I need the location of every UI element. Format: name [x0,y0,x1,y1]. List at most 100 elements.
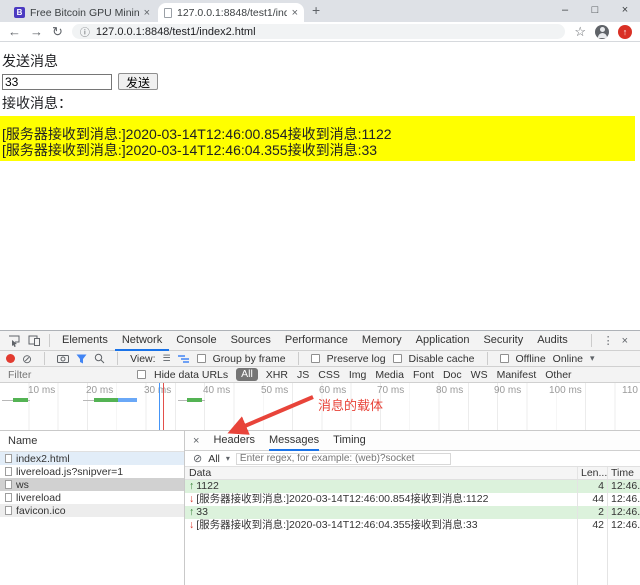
bookmark-star-icon[interactable]: ☆ [574,25,586,38]
divider [49,334,50,347]
profile-avatar[interactable] [595,25,609,39]
tab-memory[interactable]: Memory [355,331,409,350]
chrome-update-icon[interactable]: ↑ [618,25,632,39]
filter-type-all[interactable]: All [236,368,258,381]
filter-type-media[interactable]: Media [375,369,404,381]
frame-length: 44 [577,493,607,506]
chevron-down-icon[interactable]: ▾ [226,454,230,463]
request-row-ws[interactable]: ws [0,478,184,491]
request-row-livereload-js[interactable]: livereload.js?snipver=1 [0,465,184,478]
search-icon[interactable] [94,353,105,364]
site-info-icon[interactable]: ⓘ [80,24,90,39]
new-tab-button[interactable]: + [312,2,320,18]
waterfall-bar [187,398,202,402]
tab-console[interactable]: Console [169,331,223,350]
tab-timing[interactable]: Timing [333,431,366,450]
list-view-icon[interactable]: ☰ [163,353,171,364]
filter-type-xhr[interactable]: XHR [266,369,288,381]
filter-type-doc[interactable]: Doc [443,369,462,381]
clear-icon[interactable]: ⊘ [22,352,32,366]
received-arrow-icon: ↓ [189,519,194,531]
filter-funnel-icon[interactable] [76,354,87,364]
back-icon[interactable]: ← [8,25,21,38]
load-event-marker [163,383,164,430]
divider [117,352,118,365]
chevron-down-icon[interactable]: ▾ [590,353,595,364]
len-column-header[interactable]: Len... [577,467,607,479]
close-detail-icon[interactable]: × [193,435,199,447]
frames-regex-input[interactable] [236,453,451,465]
frame-time: 12:46... [607,506,640,519]
disable-cache-checkbox[interactable] [393,354,402,363]
frames-table-empty-area [185,532,640,585]
more-options-icon[interactable]: ⋮ [597,334,620,347]
tab-close-icon[interactable]: × [144,7,150,19]
view-label: View: [130,353,156,365]
sent-arrow-icon: ↑ [189,480,194,492]
name-column-header[interactable]: Name [0,431,184,452]
tab-network[interactable]: Network [115,331,169,351]
browser-tab-index2[interactable]: 127.0.0.1:8848/test1/index2.ht × [158,3,304,22]
device-toolbar-icon[interactable] [28,335,40,346]
message-input[interactable] [2,74,112,90]
tab-audits[interactable]: Audits [530,331,575,350]
tab-security[interactable]: Security [476,331,530,350]
annotation-arrow [215,389,320,444]
filter-type-font[interactable]: Font [413,369,434,381]
filter-type-manifest[interactable]: Manifest [497,369,537,381]
tab-application[interactable]: Application [409,331,477,350]
offline-checkbox[interactable] [500,354,509,363]
minimize-button[interactable]: – [550,0,580,21]
reload-icon[interactable]: ↻ [52,25,63,38]
time-column-header[interactable]: Time [607,467,640,479]
clear-messages-icon[interactable]: ⊘ [193,452,202,465]
timeline-tick: 110 [622,385,638,396]
tab-elements[interactable]: Elements [55,331,115,350]
browser-tab-bitcoin[interactable]: B Free Bitcoin GPU Mining, Clou × [8,3,156,22]
send-button[interactable]: 发送 [118,73,158,90]
page-favicon-icon [164,8,172,18]
filter-type-css[interactable]: CSS [318,369,340,381]
screenshot-icon[interactable] [57,354,69,363]
divider [487,352,488,365]
maximize-button[interactable]: □ [580,0,610,21]
devtools-close-icon[interactable]: × [620,335,636,347]
tab-title: 127.0.0.1:8848/test1/index2.ht [177,7,287,19]
filter-type-other[interactable]: Other [545,369,571,381]
tab-close-icon[interactable]: × [292,7,298,19]
frames-filter-all-select[interactable]: All [208,453,220,465]
group-by-frame-checkbox[interactable] [197,354,206,363]
received-arrow-icon: ↓ [189,493,194,505]
inspect-element-icon[interactable] [8,335,20,347]
frame-row-received[interactable]: ↓[服务器接收到消息:]2020-03-14T12:46:04.355接收到消息… [185,519,640,532]
network-filter-input[interactable] [8,369,103,381]
filter-type-ws[interactable]: WS [471,369,488,381]
throttling-select[interactable]: Online [553,353,583,365]
hide-data-urls-label: Hide data URLs [154,369,228,381]
forward-icon[interactable]: → [30,25,43,38]
tab-performance[interactable]: Performance [278,331,355,350]
frame-row-sent[interactable]: ↑1122 4 12:46... [185,480,640,493]
waterfall-view-icon[interactable] [178,354,190,363]
request-name: livereload [16,492,61,504]
preserve-log-checkbox[interactable] [311,354,320,363]
close-button[interactable]: × [610,0,640,21]
record-icon[interactable] [6,354,15,363]
request-row-index2[interactable]: index2.html [0,452,184,465]
frame-row-sent[interactable]: ↑33 2 12:46... [185,506,640,519]
frame-row-received[interactable]: ↓[服务器接收到消息:]2020-03-14T12:46:00.854接收到消息… [185,493,640,506]
hide-data-urls-checkbox[interactable] [137,370,146,379]
divider [591,334,592,347]
tab-sources[interactable]: Sources [224,331,278,350]
request-row-favicon[interactable]: favicon.ico [0,504,184,517]
filter-type-img[interactable]: Img [349,369,367,381]
data-column-header[interactable]: Data [185,467,577,479]
request-row-livereload[interactable]: livereload [0,491,184,504]
address-bar[interactable]: ⓘ 127.0.0.1:8848/test1/index2.html [72,24,565,39]
received-message: [服务器接收到消息:]2020-03-14T12:46:00.854接收到消息:… [2,126,635,142]
page-content: 发送消息 发送 接收消息： [服务器接收到消息:]2020-03-14T12:4… [0,43,640,330]
filter-type-js[interactable]: JS [297,369,309,381]
timeline-tick: 100 ms [549,385,582,396]
request-name: livereload.js?snipver=1 [16,466,123,478]
waterfall-bar [13,398,28,402]
